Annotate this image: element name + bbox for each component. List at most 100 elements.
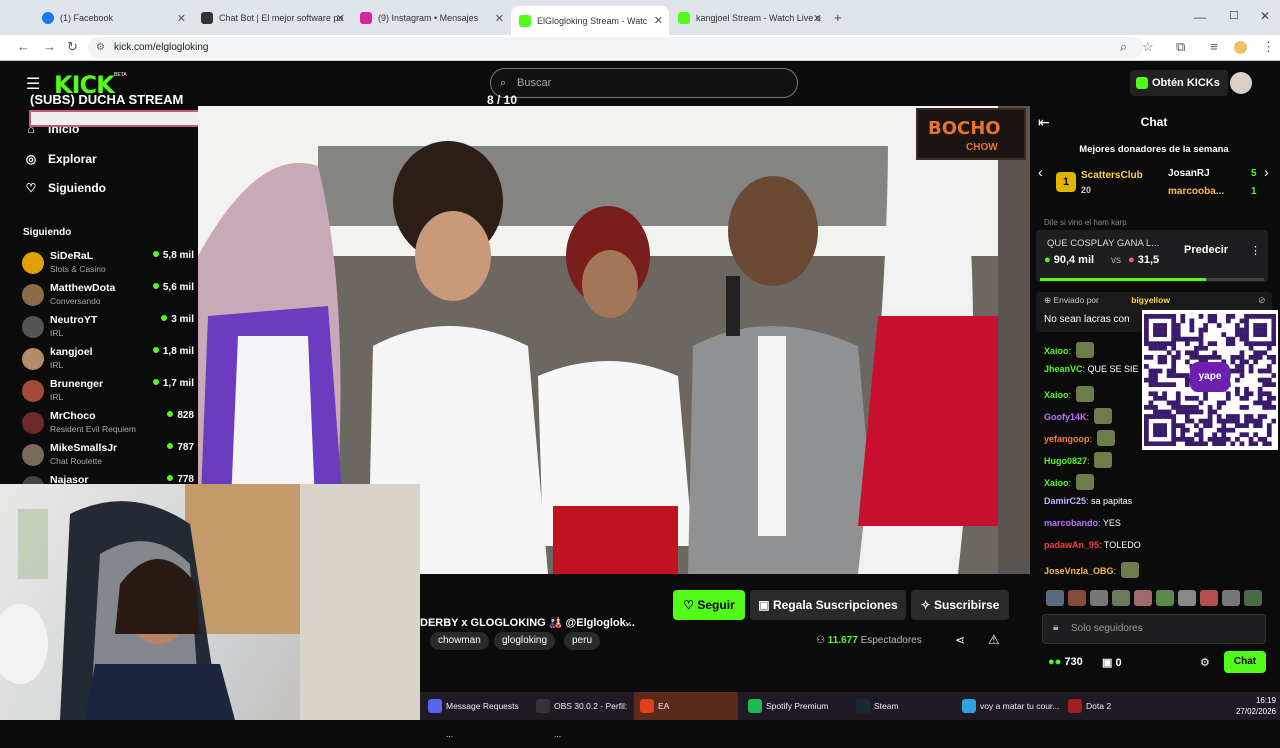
browser-tab[interactable]: (9) Instagram • Mensajes ✕ (352, 7, 510, 29)
sidebar-channel[interactable]: MrChoco Resident Evil Requiem 828 (22, 410, 194, 440)
channel-viewers: 828 (167, 410, 194, 421)
unpin-icon[interactable]: ⊘ (1258, 295, 1266, 306)
reload-icon[interactable]: ↻ (67, 39, 78, 55)
system-clock[interactable]: 16:19 27/02/2026 (1220, 695, 1276, 717)
follow-button[interactable]: ♡ Seguir (673, 590, 745, 620)
browser-tab[interactable]: Chat Bot | El mejor software pa ✕ (193, 7, 351, 29)
taskbar-item[interactable]: Message Requests ... (422, 692, 526, 739)
emote-icon[interactable] (1222, 590, 1240, 606)
user-avatar[interactable] (1230, 72, 1252, 94)
chat-username[interactable]: yefangoop (1044, 434, 1090, 444)
sidebar-item-siguiendo[interactable]: ♡ Siguiendo (24, 181, 106, 195)
sidebar-channel[interactable]: NeutroYT IRL 3 mil (22, 314, 194, 344)
chevron-right-icon[interactable]: › (1264, 164, 1269, 180)
tag-chip[interactable]: chowman (430, 632, 489, 650)
taskbar-item[interactable]: OBS 30.0.2 - Perfil: ... (530, 692, 634, 739)
hamburger-menu-icon[interactable]: ☰ (26, 74, 40, 94)
chat-username[interactable]: Hugo0827 (1044, 456, 1087, 466)
url-field[interactable]: ⚙ kick.com/elglogloking (88, 37, 1143, 58)
chat-input[interactable]: 🔒︎ Solo seguidores (1042, 614, 1266, 644)
chat-username[interactable]: DamirC25 (1044, 496, 1086, 506)
bookmark-star-icon[interactable]: ☆ (1142, 39, 1154, 55)
minimize-icon[interactable]: — (1194, 10, 1206, 24)
close-icon[interactable]: ✕ (654, 14, 663, 27)
forward-icon[interactable]: → (43, 39, 56, 54)
chat-username[interactable]: JheanVC (1044, 364, 1083, 374)
taskbar-item[interactable]: EA (634, 692, 738, 720)
nav-label: Siguiendo (48, 181, 106, 195)
close-window-icon[interactable]: ✕ (1260, 9, 1270, 23)
browser-tab-active[interactable]: ElGlogloking Stream - Watc ✕ (511, 6, 669, 35)
taskbar-item[interactable]: Spotify Premium (742, 692, 846, 720)
send-chat-button[interactable]: Chat (1224, 651, 1266, 673)
tag-chip[interactable]: peru (564, 632, 601, 650)
emote-icon[interactable] (1178, 590, 1196, 606)
tab-title: ElGlogloking Stream - Watc (537, 15, 648, 26)
chevron-down-icon[interactable]: ⌄ (623, 614, 633, 628)
gift-count[interactable]: ▣ 0 (1102, 656, 1122, 669)
tag-chip[interactable]: glogloking (494, 632, 556, 650)
chat-username[interactable]: Xaioo (1044, 346, 1069, 356)
gift-subs-button[interactable]: ▣ Regala Suscripciones (750, 590, 906, 620)
emote-icon[interactable] (1200, 590, 1218, 606)
sidebar-channel[interactable]: MatthewDota Conversando 5,6 mil (22, 282, 194, 312)
share-icon[interactable]: ⋖ (955, 633, 965, 647)
prediction-left: ● 90,4 mil (1044, 254, 1095, 266)
channel-category: Slots & Casino (50, 264, 106, 274)
beta-badge: BETA (114, 72, 127, 78)
settings-gear-icon[interactable]: ⚙ (1200, 656, 1210, 669)
emote-icon[interactable] (1134, 590, 1152, 606)
sidebar-channel[interactable]: MikeSmallsJr Chat Roulette 787 (22, 442, 194, 472)
browser-tab[interactable]: kangjoel Stream - Watch Live o ✕ (670, 7, 828, 29)
channel-points[interactable]: ●● 730 (1048, 656, 1083, 668)
sidebar-channel[interactable]: kangjoel IRL 1,8 mil (22, 346, 194, 376)
emote-icon[interactable] (1046, 590, 1064, 606)
emote-icon[interactable] (1156, 590, 1174, 606)
new-tab-button[interactable]: + (834, 10, 842, 25)
back-icon[interactable]: ← (17, 39, 30, 54)
subscribe-label: Suscribirse (934, 598, 1000, 612)
chat-username[interactable]: JoseVnzla_OBG (1044, 566, 1114, 576)
emote-icon[interactable] (1090, 590, 1108, 606)
chat-username[interactable]: marcobando (1044, 518, 1098, 528)
chat-colon: : (1086, 412, 1092, 422)
taskbar-label: Steam (874, 701, 899, 711)
emote-icon[interactable] (1112, 590, 1130, 606)
search-input[interactable]: ⌕ Buscar (490, 68, 798, 98)
report-icon[interactable]: ⚠ (988, 632, 1000, 648)
sidebar-channel[interactable]: SiDeRaL Slots & Casino 5,8 mil (22, 250, 194, 280)
browser-tab[interactable]: (1) Facebook ✕ (34, 7, 192, 29)
sidebar-channel[interactable]: Brunenger IRL 1,7 mil (22, 378, 194, 408)
maximize-icon[interactable]: ☐ (1229, 9, 1239, 22)
chevron-left-icon[interactable]: ‹ (1038, 164, 1043, 180)
channel-name: Brunenger (50, 378, 104, 390)
close-icon[interactable]: ✕ (336, 12, 345, 25)
emote-bar[interactable] (1046, 590, 1262, 608)
emote-icon[interactable] (1068, 590, 1086, 606)
zoom-icon[interactable]: ⌕ (1120, 39, 1127, 55)
reading-list-icon[interactable]: ≡ (1210, 39, 1218, 54)
profile-avatar[interactable] (1234, 41, 1247, 54)
predict-button[interactable]: Predecir (1184, 244, 1228, 256)
prediction-card[interactable]: QUE COSPLAY GANA L... ● 90,4 mil vs ● 31… (1036, 230, 1268, 282)
site-info-icon[interactable]: ⚙ (96, 37, 105, 58)
chat-message: padawAn_95: TOLEDO (1044, 540, 1141, 550)
chat-username[interactable]: Xaioo (1044, 478, 1069, 488)
chat-username[interactable]: Goofy14K (1044, 412, 1087, 422)
close-icon[interactable]: ✕ (813, 12, 822, 25)
close-icon[interactable]: ✕ (495, 12, 504, 25)
chat-username[interactable]: padawAn_95 (1044, 540, 1099, 550)
chat-username[interactable]: Xaioo (1044, 390, 1069, 400)
taskbar-item[interactable]: voy a matar tu cour... (956, 692, 1060, 720)
more-options-icon[interactable]: ⋮ (1250, 244, 1261, 257)
sidebar-item-explorar[interactable]: ◎ Explorar (24, 152, 97, 166)
more-menu-icon[interactable]: ⋮ (1262, 39, 1275, 55)
get-kicks-button[interactable]: Obtén KICKs (1130, 70, 1228, 96)
yape-logo: yape (1190, 362, 1230, 392)
subscribe-button[interactable]: ✧ Suscribirse (911, 590, 1009, 620)
close-icon[interactable]: ✕ (177, 12, 186, 25)
emote-icon[interactable] (1244, 590, 1262, 606)
taskbar-item[interactable]: Steam (850, 692, 954, 720)
extensions-icon[interactable]: ⧉ (1176, 39, 1185, 55)
taskbar-item[interactable]: Dota 2 (1062, 692, 1166, 720)
